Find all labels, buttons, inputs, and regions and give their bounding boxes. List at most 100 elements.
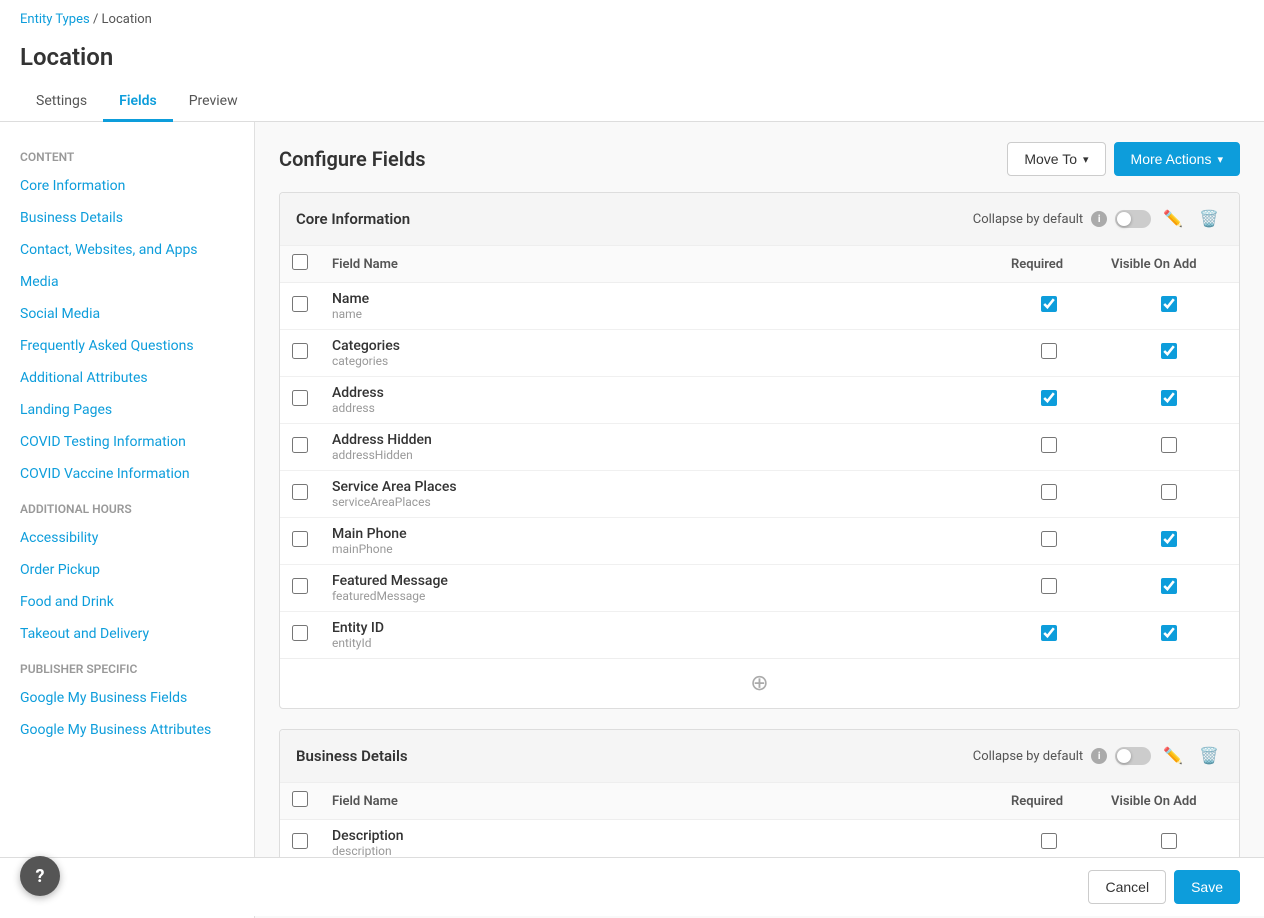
section-core-information-header: Core Information Collapse by default i ✏… xyxy=(280,193,1239,246)
core-information-table: Field Name Required Visible On Add Namen… xyxy=(280,246,1239,658)
breadcrumb-separator: / xyxy=(93,12,102,27)
sidebar-section-content: Content Core Information Business Detail… xyxy=(0,138,254,490)
visible-on-add-header-bd: Visible On Add xyxy=(1099,783,1239,820)
sidebar-item-food-and-drink[interactable]: Food and Drink xyxy=(0,586,254,618)
collapse-by-default-label: Collapse by default xyxy=(973,212,1083,227)
row-checkbox[interactable] xyxy=(292,578,308,594)
field-name: Entity ID xyxy=(332,620,987,636)
section-business-details-header: Business Details Collapse by default i ✏… xyxy=(280,730,1239,783)
visible-checkbox[interactable] xyxy=(1161,390,1177,406)
add-field-core-button[interactable]: ⊕ xyxy=(280,658,1239,708)
page-title: Location xyxy=(0,39,1264,83)
section-core-information: Core Information Collapse by default i ✏… xyxy=(279,192,1240,709)
collapse-toggle-business-details[interactable] xyxy=(1115,747,1151,765)
toggle-thumb-core xyxy=(1117,212,1131,226)
field-name: Service Area Places xyxy=(332,479,987,495)
save-button[interactable]: Save xyxy=(1174,870,1240,904)
row-checkbox[interactable] xyxy=(292,531,308,547)
collapse-info-icon: i xyxy=(1091,211,1107,227)
visible-checkbox[interactable] xyxy=(1161,531,1177,547)
required-checkbox[interactable] xyxy=(1041,833,1057,849)
collapse-toggle-core[interactable] xyxy=(1115,210,1151,228)
content-area: Configure Fields Move To ▾ More Actions … xyxy=(255,122,1264,918)
visible-checkbox[interactable] xyxy=(1161,625,1177,641)
row-checkbox[interactable] xyxy=(292,625,308,641)
sidebar-item-social-media[interactable]: Social Media xyxy=(0,298,254,330)
section-business-details-actions: Collapse by default i ✏️ 🗑️ xyxy=(973,742,1223,770)
visible-checkbox[interactable] xyxy=(1161,343,1177,359)
field-name: Categories xyxy=(332,338,987,354)
required-checkbox[interactable] xyxy=(1041,437,1057,453)
row-checkbox[interactable] xyxy=(292,390,308,406)
field-name-header: Field Name xyxy=(320,246,999,283)
edit-section-core-button[interactable]: ✏️ xyxy=(1159,205,1187,233)
tab-preview[interactable]: Preview xyxy=(173,83,254,122)
tab-settings[interactable]: Settings xyxy=(20,83,103,122)
help-button[interactable]: ? xyxy=(20,856,60,896)
sidebar-item-google-my-business-attributes[interactable]: Google My Business Attributes xyxy=(0,714,254,746)
visible-on-add-header: Visible On Add xyxy=(1099,246,1239,283)
sidebar-item-takeout-and-delivery[interactable]: Takeout and Delivery xyxy=(0,618,254,650)
field-name-header-bd: Field Name xyxy=(320,783,999,820)
select-all-bd-checkbox[interactable] xyxy=(292,791,308,807)
sidebar-item-accessibility[interactable]: Accessibility xyxy=(0,522,254,554)
visible-checkbox[interactable] xyxy=(1161,484,1177,500)
row-checkbox[interactable] xyxy=(292,437,308,453)
sidebar-item-business-details[interactable]: Business Details xyxy=(0,202,254,234)
row-checkbox[interactable] xyxy=(292,296,308,312)
sidebar-item-covid-vaccine[interactable]: COVID Vaccine Information xyxy=(0,458,254,490)
move-to-button[interactable]: Move To ▾ xyxy=(1007,142,1105,176)
field-key: description xyxy=(332,844,987,858)
tab-fields[interactable]: Fields xyxy=(103,83,173,122)
cancel-button[interactable]: Cancel xyxy=(1088,870,1166,904)
required-checkbox[interactable] xyxy=(1041,484,1057,500)
visible-checkbox[interactable] xyxy=(1161,833,1177,849)
section-core-information-actions: Collapse by default i ✏️ 🗑️ xyxy=(973,205,1223,233)
field-key: entityId xyxy=(332,636,987,650)
breadcrumb-parent-link[interactable]: Entity Types xyxy=(20,12,90,27)
row-checkbox[interactable] xyxy=(292,484,308,500)
select-all-core-checkbox[interactable] xyxy=(292,254,308,270)
sidebar-item-media[interactable]: Media xyxy=(0,266,254,298)
sidebar-item-covid-testing[interactable]: COVID Testing Information xyxy=(0,426,254,458)
sidebar-item-additional-attributes[interactable]: Additional Attributes xyxy=(0,362,254,394)
required-checkbox[interactable] xyxy=(1041,296,1057,312)
delete-section-core-button[interactable]: 🗑️ xyxy=(1195,205,1223,233)
row-checkbox[interactable] xyxy=(292,833,308,849)
visible-checkbox[interactable] xyxy=(1161,296,1177,312)
sidebar-section-label-additional-hours: Additional Hours xyxy=(0,490,254,522)
table-row: Addressaddress xyxy=(280,377,1239,424)
table-row: Entity IDentityId xyxy=(280,612,1239,659)
collapse-by-default-label-bd: Collapse by default xyxy=(973,749,1083,764)
field-key: mainPhone xyxy=(332,542,987,556)
field-key: address xyxy=(332,401,987,415)
required-checkbox[interactable] xyxy=(1041,625,1057,641)
delete-section-business-details-button[interactable]: 🗑️ xyxy=(1195,742,1223,770)
required-checkbox[interactable] xyxy=(1041,390,1057,406)
sidebar-item-core-information[interactable]: Core Information xyxy=(0,170,254,202)
more-actions-button[interactable]: More Actions ▾ xyxy=(1114,142,1240,176)
section-business-details-title: Business Details xyxy=(296,747,973,765)
configure-fields-header: Configure Fields Move To ▾ More Actions … xyxy=(279,142,1240,176)
more-actions-chevron-icon: ▾ xyxy=(1217,153,1223,166)
required-checkbox[interactable] xyxy=(1041,531,1057,547)
required-checkbox[interactable] xyxy=(1041,578,1057,594)
sidebar-item-landing-pages[interactable]: Landing Pages xyxy=(0,394,254,426)
sidebar-item-contact-websites-apps[interactable]: Contact, Websites, and Apps xyxy=(0,234,254,266)
sidebar-section-label-content: Content xyxy=(0,138,254,170)
field-name: Featured Message xyxy=(332,573,987,589)
sidebar-item-google-my-business-fields[interactable]: Google My Business Fields xyxy=(0,682,254,714)
breadcrumb: Entity Types / Location xyxy=(0,0,1264,39)
field-name: Main Phone xyxy=(332,526,987,542)
sidebar: Content Core Information Business Detail… xyxy=(0,122,255,918)
visible-checkbox[interactable] xyxy=(1161,437,1177,453)
field-name: Name xyxy=(332,291,987,307)
table-row: Namename xyxy=(280,283,1239,330)
row-checkbox[interactable] xyxy=(292,343,308,359)
required-checkbox[interactable] xyxy=(1041,343,1057,359)
main-layout: Content Core Information Business Detail… xyxy=(0,122,1264,918)
sidebar-item-order-pickup[interactable]: Order Pickup xyxy=(0,554,254,586)
sidebar-item-faq[interactable]: Frequently Asked Questions xyxy=(0,330,254,362)
visible-checkbox[interactable] xyxy=(1161,578,1177,594)
edit-section-business-details-button[interactable]: ✏️ xyxy=(1159,742,1187,770)
